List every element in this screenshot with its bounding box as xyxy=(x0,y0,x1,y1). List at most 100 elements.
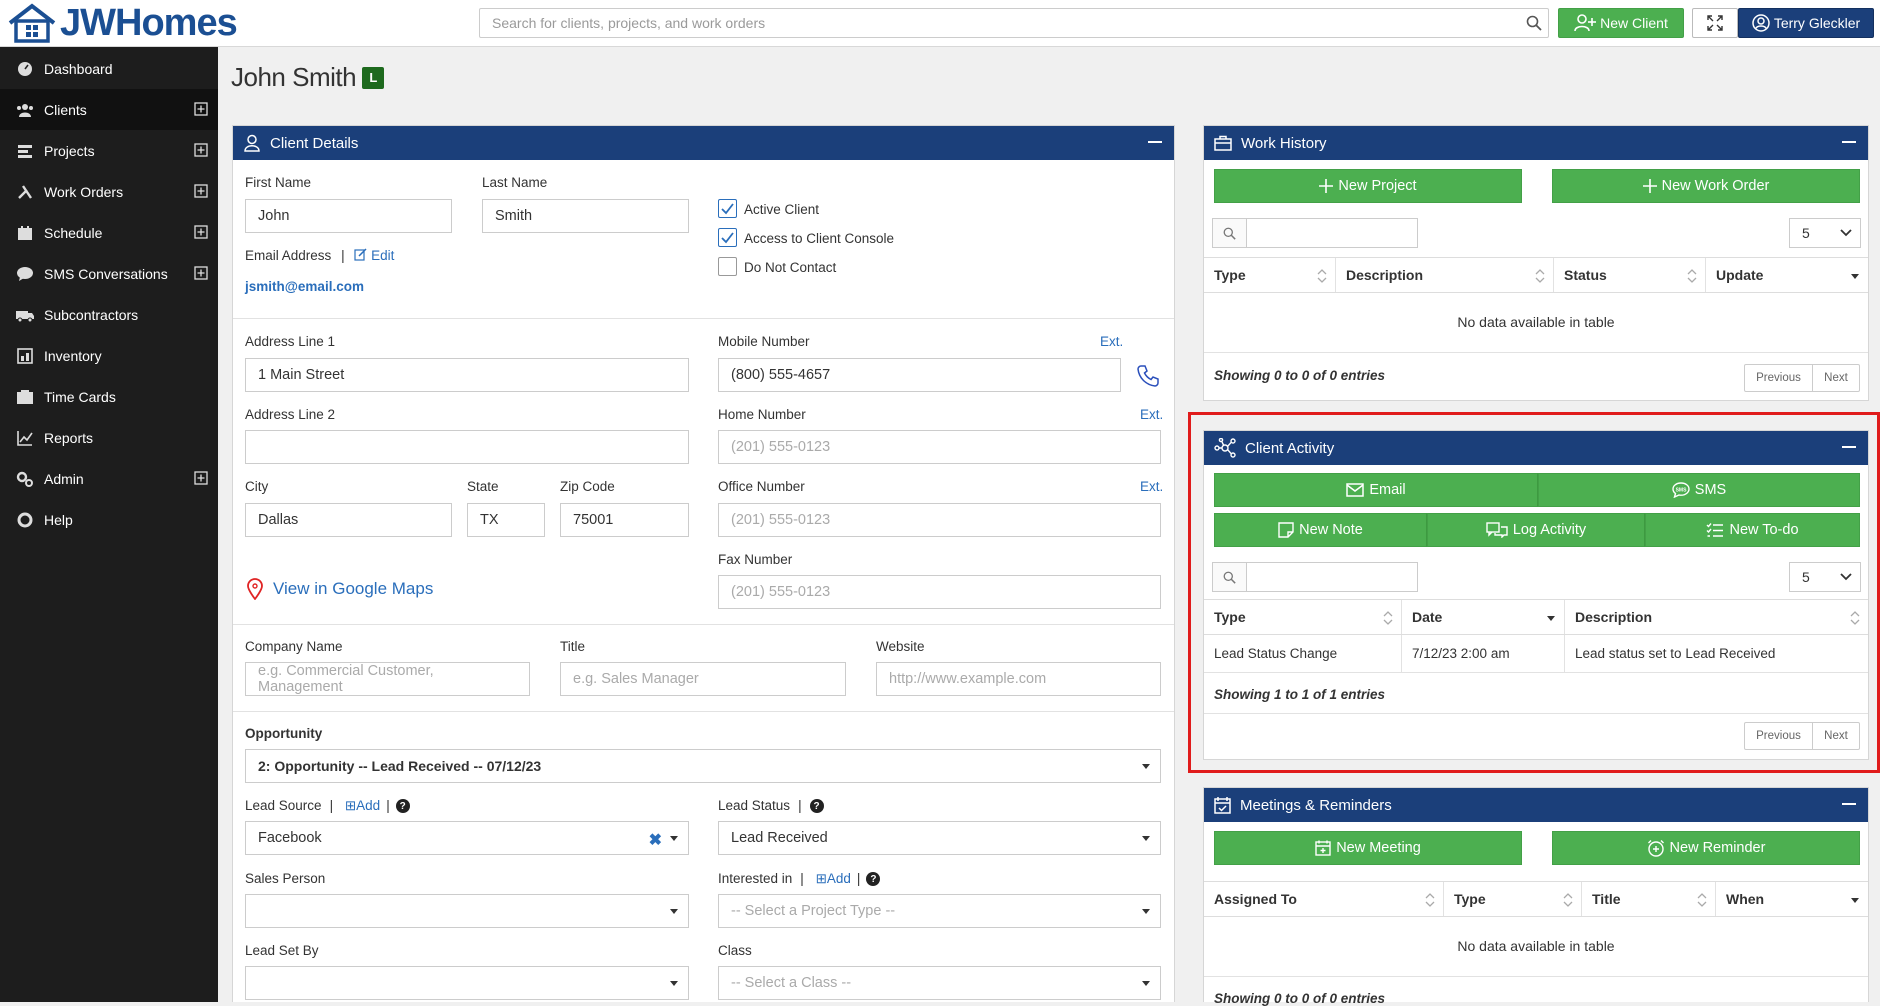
sidebar-item-sms-conversations[interactable]: SMS Conversations xyxy=(0,253,218,294)
new-meeting-button[interactable]: New Meeting xyxy=(1214,831,1522,865)
work-history-search[interactable] xyxy=(1212,218,1418,248)
sidebar-item-projects[interactable]: Projects xyxy=(0,130,218,171)
new-work-order-label: New Work Order xyxy=(1661,178,1770,194)
log-activity-button[interactable]: Log Activity xyxy=(1427,513,1645,547)
phone-icon[interactable] xyxy=(1136,364,1160,388)
sidebar-item-inventory[interactable]: Inventory xyxy=(0,335,218,376)
search-icon[interactable] xyxy=(1526,15,1542,31)
user-menu-button[interactable]: Terry Gleckler xyxy=(1738,8,1874,38)
mobile-number-field[interactable]: (800) 555-4657 xyxy=(718,358,1121,392)
city-field[interactable]: Dallas xyxy=(245,503,452,537)
collapse-work-history-button[interactable] xyxy=(1842,141,1856,143)
website-field[interactable]: http://www.example.com xyxy=(876,662,1161,696)
column-header-assigned-to[interactable]: Assigned To xyxy=(1204,882,1444,916)
column-header-when[interactable]: When xyxy=(1716,882,1868,916)
next-page-button[interactable]: Next xyxy=(1813,723,1859,749)
fax-number-field[interactable]: (201) 555-0123 xyxy=(718,575,1161,609)
company-name-field[interactable]: e.g. Commercial Customer, Management xyxy=(245,662,530,696)
active-client-checkbox[interactable] xyxy=(718,199,737,218)
expand-plus-icon[interactable] xyxy=(194,143,208,157)
table-row[interactable]: Lead Status Change 7/12/23 2:00 am Lead … xyxy=(1204,635,1868,673)
column-header-type[interactable]: Type xyxy=(1204,258,1336,292)
sidebar-item-clients[interactable]: Clients xyxy=(0,89,218,130)
fullscreen-button[interactable] xyxy=(1692,8,1738,38)
office-ext-link[interactable]: Ext. xyxy=(1140,479,1163,494)
sidebar-item-work-orders[interactable]: Work Orders xyxy=(0,171,218,212)
new-note-button[interactable]: New Note xyxy=(1214,513,1427,547)
email-button[interactable]: Email xyxy=(1214,473,1538,507)
home-ext-link[interactable]: Ext. xyxy=(1140,407,1163,422)
sidebar-item-schedule[interactable]: Schedule xyxy=(0,212,218,253)
app-logo[interactable]: JWHomes xyxy=(6,0,238,46)
lead-source-select[interactable]: Facebook ✖ xyxy=(245,821,689,855)
client-activity-search[interactable] xyxy=(1212,562,1418,592)
lead-status-select[interactable]: Lead Received xyxy=(718,821,1161,855)
expand-plus-icon[interactable] xyxy=(194,471,208,485)
google-maps-link[interactable]: View in Google Maps xyxy=(247,578,433,600)
collapse-meetings-button[interactable] xyxy=(1842,803,1856,805)
add-lead-source-link[interactable]: ⊞Add xyxy=(345,798,380,813)
opportunity-select[interactable]: 2: Opportunity -- Lead Received -- 07/12… xyxy=(245,749,1161,783)
client-activity-page-size[interactable]: 5 xyxy=(1789,562,1861,592)
office-number-field[interactable]: (201) 555-0123 xyxy=(718,503,1161,537)
collapse-client-activity-button[interactable] xyxy=(1842,446,1856,448)
tools-icon xyxy=(14,182,36,202)
column-header-status[interactable]: Status xyxy=(1554,258,1706,292)
state-field[interactable]: TX xyxy=(467,503,545,537)
interested-in-select[interactable]: -- Select a Project Type -- xyxy=(718,894,1161,928)
expand-plus-icon[interactable] xyxy=(194,225,208,239)
expand-plus-icon[interactable] xyxy=(194,266,208,280)
sidebar-item-dashboard[interactable]: Dashboard xyxy=(0,48,218,89)
client-console-checkbox[interactable] xyxy=(718,228,737,247)
svg-text:SMS: SMS xyxy=(1675,487,1687,493)
lead-set-by-select[interactable] xyxy=(245,966,689,1000)
address1-field[interactable]: 1 Main Street xyxy=(245,358,689,392)
email-address-link[interactable]: jsmith@email.com xyxy=(245,279,364,294)
sidebar-item-admin[interactable]: Admin xyxy=(0,458,218,499)
sidebar-item-help[interactable]: Help xyxy=(0,499,218,540)
previous-page-button[interactable]: Previous xyxy=(1745,723,1813,749)
global-search[interactable] xyxy=(479,8,1549,38)
help-question-icon[interactable]: ? xyxy=(809,799,824,814)
expand-plus-icon[interactable] xyxy=(194,102,208,116)
briefcase-icon xyxy=(1214,135,1232,151)
new-client-button[interactable]: New Client xyxy=(1558,8,1684,38)
column-header-description[interactable]: Description xyxy=(1336,258,1554,292)
last-name-field[interactable]: Smith xyxy=(482,199,689,233)
column-header-type[interactable]: Type xyxy=(1204,600,1402,634)
help-question-icon[interactable]: ? xyxy=(395,799,410,814)
sidebar-item-subcontractors[interactable]: Subcontractors xyxy=(0,294,218,335)
global-search-input[interactable] xyxy=(480,9,1510,37)
first-name-field[interactable]: John xyxy=(245,199,452,233)
class-select[interactable]: -- Select a Class -- xyxy=(718,966,1161,1000)
sidebar-item-time-cards[interactable]: Time Cards xyxy=(0,376,218,417)
user-icon xyxy=(244,134,260,152)
column-header-update[interactable]: Update xyxy=(1706,258,1868,292)
title-field[interactable]: e.g. Sales Manager xyxy=(560,662,846,696)
edit-email-link[interactable]: Edit xyxy=(354,248,394,263)
column-header-type[interactable]: Type xyxy=(1444,882,1582,916)
clear-x-icon[interactable]: ✖ xyxy=(649,830,662,850)
sms-button[interactable]: SMS SMS xyxy=(1538,473,1860,507)
expand-plus-icon[interactable] xyxy=(194,184,208,198)
address2-field[interactable] xyxy=(245,430,689,464)
new-project-button[interactable]: New Project xyxy=(1214,169,1522,203)
work-history-page-size[interactable]: 5 xyxy=(1789,218,1861,248)
home-number-field[interactable]: (201) 555-0123 xyxy=(718,430,1161,464)
new-todo-button[interactable]: New To-do xyxy=(1645,513,1860,547)
collapse-client-details-button[interactable] xyxy=(1148,141,1162,143)
mobile-ext-link[interactable]: Ext. xyxy=(1100,334,1123,349)
new-reminder-button[interactable]: New Reminder xyxy=(1552,831,1860,865)
column-header-date[interactable]: Date xyxy=(1402,600,1565,634)
column-header-title[interactable]: Title xyxy=(1582,882,1716,916)
help-question-icon[interactable]: ? xyxy=(866,872,881,887)
do-not-contact-checkbox[interactable] xyxy=(718,257,737,276)
sidebar-item-reports[interactable]: Reports xyxy=(0,417,218,458)
new-work-order-button[interactable]: New Work Order xyxy=(1552,169,1860,203)
add-interest-link[interactable]: ⊞Add xyxy=(816,871,851,886)
next-page-button[interactable]: Next xyxy=(1813,365,1859,391)
previous-page-button[interactable]: Previous xyxy=(1745,365,1813,391)
zip-field[interactable]: 75001 xyxy=(560,503,689,537)
column-header-description[interactable]: Description xyxy=(1565,600,1868,634)
sales-person-select[interactable] xyxy=(245,894,689,928)
